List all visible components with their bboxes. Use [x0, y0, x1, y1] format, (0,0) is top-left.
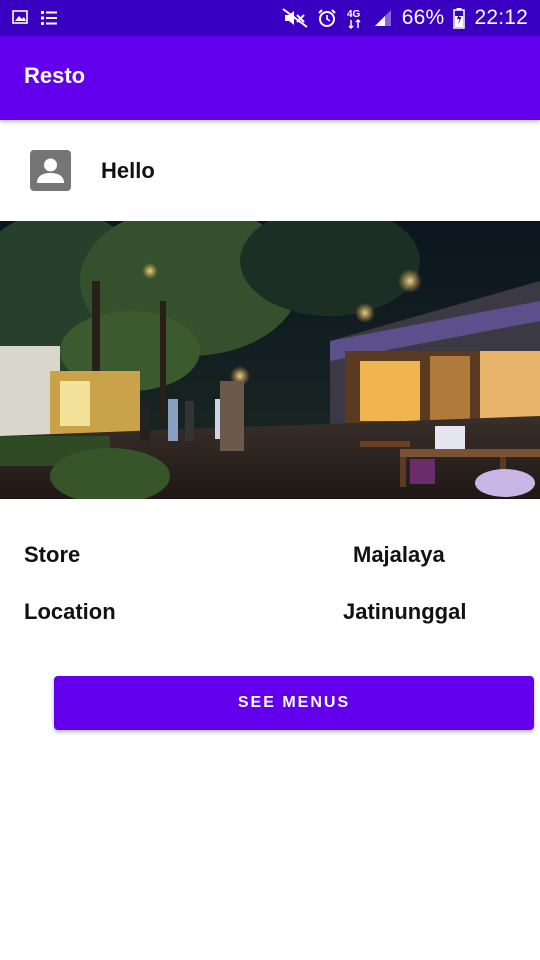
network-4g-icon: 4G — [347, 9, 361, 29]
store-label: Store — [24, 542, 81, 567]
greeting-text: Hello — [101, 158, 155, 183]
image-icon — [12, 10, 28, 24]
status-right-icons: 4G 66% 22:12 — [282, 0, 528, 36]
store-value: Majalaya — [353, 542, 445, 567]
see-menus-button[interactable]: SEE MENUS — [54, 676, 534, 730]
location-value: Jatinunggal — [343, 599, 467, 624]
app-title: Resto — [24, 63, 86, 88]
clock: 22:12 — [474, 6, 528, 29]
account-box-icon — [30, 150, 71, 191]
svg-text:4G: 4G — [347, 9, 361, 20]
status-left-icons — [12, 9, 58, 27]
status-bar: 4G 66% 22:12 — [0, 0, 540, 36]
list-icon — [41, 11, 57, 25]
restaurant-image — [0, 221, 540, 499]
signal-icon — [374, 10, 391, 26]
battery-percent: 66% — [401, 6, 445, 29]
mute-icon — [282, 8, 308, 28]
app-bar: Resto — [0, 36, 540, 120]
alarm-icon — [318, 9, 336, 27]
location-label: Location — [24, 599, 116, 624]
battery-icon — [453, 8, 466, 29]
